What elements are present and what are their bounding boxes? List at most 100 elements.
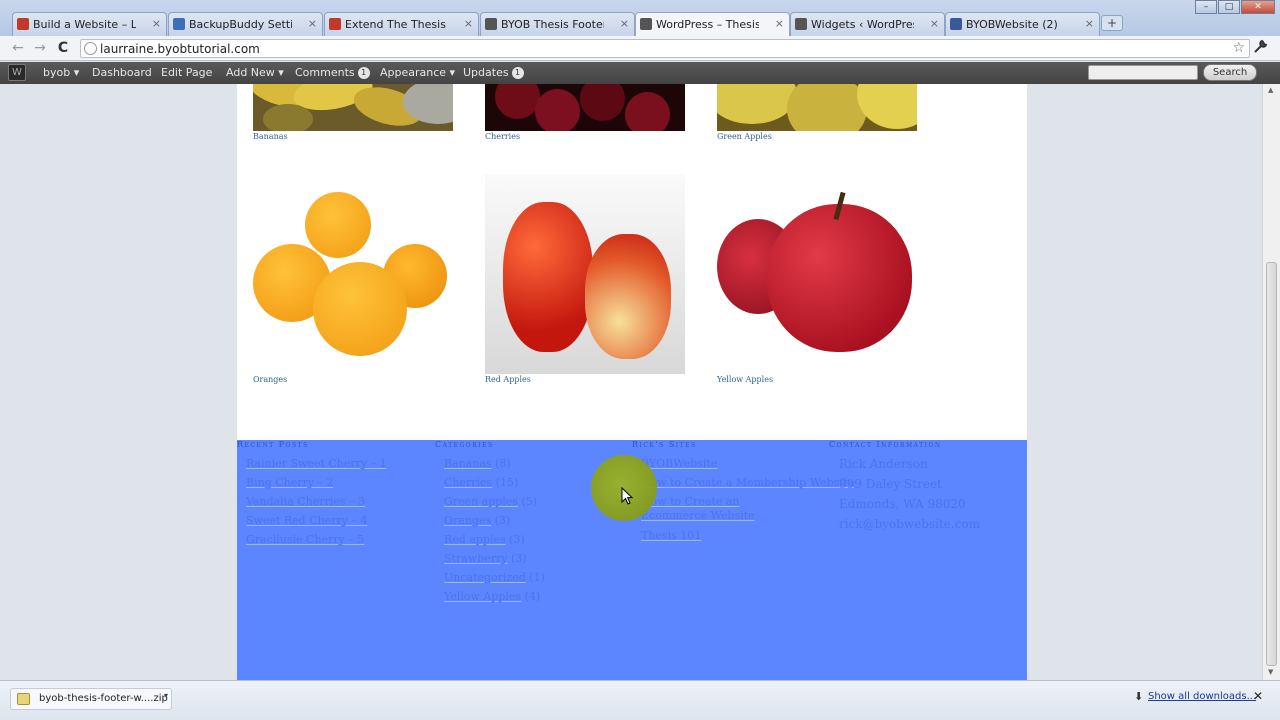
favicon-icon bbox=[17, 18, 29, 30]
site-link[interactable]: How to Create a Membership Website bbox=[641, 476, 854, 489]
category-link[interactable]: Green apples bbox=[444, 495, 518, 508]
category-count: (3) bbox=[510, 552, 527, 565]
gallery-caption[interactable]: Yellow Apples bbox=[717, 375, 773, 384]
recent-post-link[interactable]: Vandalia Cherries – 3 bbox=[246, 495, 387, 508]
appearance-menu[interactable]: Appearance ▾ bbox=[380, 66, 455, 79]
tab-title: Extend The Thesis Theme w bbox=[345, 18, 448, 31]
wp-admin-bar: W byob ▾ Dashboard Edit Page Add New ▾ C… bbox=[0, 62, 1280, 84]
tab-close-icon[interactable]: × bbox=[152, 17, 161, 30]
recent-post-link[interactable]: Rainier Sweet Cherry – 1 bbox=[246, 457, 387, 470]
site-menu[interactable]: byob ▾ bbox=[43, 66, 79, 79]
link-text: Thesis 101 bbox=[641, 529, 702, 542]
footer-widget-recent-posts: Recent Posts Rainier Sweet Cherry – 1 Bi… bbox=[237, 440, 387, 552]
favicon-icon bbox=[950, 18, 962, 30]
wrench-icon[interactable] bbox=[1253, 39, 1268, 58]
gallery-caption[interactable]: Green Apples bbox=[717, 132, 772, 141]
new-tab-button[interactable]: + bbox=[1101, 15, 1123, 31]
browser-tab-strip: Build a Website – Live Call | × BackupBu… bbox=[0, 0, 1280, 36]
widget-heading: Categories bbox=[435, 440, 494, 449]
favicon-icon bbox=[329, 18, 341, 30]
tab-close-icon[interactable]: × bbox=[620, 17, 629, 30]
globe-icon bbox=[84, 42, 97, 55]
category-count: (3) bbox=[509, 533, 525, 546]
recent-post-link[interactable]: Bing Cherry – 2 bbox=[246, 476, 387, 489]
recent-post-link[interactable]: Sweet Red Cherry – 4 bbox=[246, 514, 387, 527]
gallery-caption[interactable]: Red Apples bbox=[485, 375, 531, 384]
wordpress-logo-icon[interactable]: W bbox=[8, 64, 26, 81]
tab-close-icon[interactable]: × bbox=[464, 17, 473, 30]
site-link[interactable]: Thesis 101 bbox=[641, 529, 817, 542]
cherry-shape bbox=[625, 92, 670, 131]
updates-label: Updates bbox=[463, 66, 509, 79]
recent-post-link[interactable]: Gracilusie Cherry – 5 bbox=[246, 533, 387, 546]
oranges-image[interactable] bbox=[253, 174, 453, 374]
tab-close-icon[interactable]: × bbox=[308, 17, 317, 30]
download-item[interactable]: byob-thesis-footer-w....zip ▾ bbox=[10, 688, 172, 710]
category-item: Strawberry (3) bbox=[444, 552, 545, 565]
category-link[interactable]: Yellow Apples bbox=[444, 590, 521, 603]
back-button[interactable]: ← bbox=[8, 39, 28, 57]
category-link[interactable]: Uncategorized bbox=[444, 571, 526, 584]
show-all-downloads-link[interactable]: Show all downloads... bbox=[1148, 691, 1256, 702]
tab-close-icon[interactable]: × bbox=[1085, 17, 1094, 30]
yellow-apples-image[interactable] bbox=[717, 174, 917, 374]
red-apples-image[interactable] bbox=[485, 174, 685, 374]
gallery-caption[interactable]: Cherries bbox=[485, 132, 520, 141]
window-close-button[interactable]: ✕ bbox=[1241, 0, 1275, 14]
apple-shape bbox=[857, 84, 917, 129]
category-link[interactable]: Bananas bbox=[444, 457, 492, 470]
add-new-menu[interactable]: Add New ▾ bbox=[226, 66, 284, 79]
cherries-image[interactable] bbox=[485, 84, 685, 131]
category-link[interactable]: Cherries bbox=[444, 476, 492, 489]
gallery-caption[interactable]: Oranges bbox=[253, 375, 287, 384]
browser-tab[interactable]: BackupBuddy Settings ‹ Bui × bbox=[168, 12, 323, 36]
dashboard-link[interactable]: Dashboard bbox=[92, 66, 152, 79]
maximize-button[interactable]: □ bbox=[1218, 0, 1240, 14]
browser-tab-active[interactable]: WordPress – Thesis – jQuery × bbox=[635, 12, 790, 36]
scrollbar-thumb[interactable] bbox=[1266, 262, 1277, 666]
updates-link[interactable]: Updates 1 bbox=[463, 66, 524, 79]
address-bar[interactable]: laurraine.byobtutorial.com ☆ bbox=[80, 39, 1250, 58]
green-apples-image[interactable] bbox=[717, 84, 917, 131]
reload-button[interactable]: C bbox=[53, 39, 73, 57]
gallery-caption[interactable]: Bananas bbox=[253, 132, 288, 141]
forward-button[interactable]: → bbox=[30, 39, 50, 57]
orange-shape bbox=[305, 192, 371, 258]
browser-tab[interactable]: BYOB Thesis Footer Widget × bbox=[480, 12, 635, 36]
minimize-button[interactable]: – bbox=[1195, 0, 1217, 14]
category-item: Oranges (3) bbox=[444, 514, 545, 527]
tab-title: BYOBWebsite (2) bbox=[966, 18, 1058, 31]
browser-tab[interactable]: BYOBWebsite (2) × bbox=[945, 12, 1100, 36]
browser-tab[interactable]: Build a Website – Live Call | × bbox=[12, 12, 167, 36]
favicon-icon bbox=[173, 18, 185, 30]
scroll-up-arrow-icon[interactable]: ▲ bbox=[1268, 86, 1273, 94]
category-link[interactable]: Red apples bbox=[444, 533, 506, 546]
site-link[interactable]: BYOBWebsite bbox=[641, 457, 817, 470]
footer-widget-contact: Contact Information Rick Anderson 999 Da… bbox=[829, 440, 980, 537]
category-item: Red apples (3) bbox=[444, 533, 545, 546]
link-text: Sweet Red Cherry – 4 bbox=[246, 514, 368, 527]
page-scrollbar[interactable]: ▲ ▼ bbox=[1262, 84, 1280, 680]
link-text: Vandalia Cherries – 3 bbox=[246, 495, 365, 508]
category-link[interactable]: Oranges bbox=[444, 514, 491, 527]
tab-close-icon[interactable]: × bbox=[930, 17, 939, 30]
contact-email[interactable]: rick@byobwebsite.com bbox=[839, 517, 980, 531]
category-count: (15) bbox=[495, 476, 519, 489]
bananas-image[interactable] bbox=[253, 84, 453, 131]
scroll-down-arrow-icon[interactable]: ▼ bbox=[1268, 668, 1273, 676]
comments-link[interactable]: Comments 1 bbox=[295, 66, 370, 79]
admin-search-button[interactable]: Search bbox=[1203, 64, 1257, 81]
tab-close-icon[interactable]: × bbox=[775, 17, 784, 30]
bookmark-star-icon[interactable]: ☆ bbox=[1232, 40, 1245, 56]
category-link[interactable]: Strawberry bbox=[444, 552, 507, 565]
download-menu-arrow-icon[interactable]: ▾ bbox=[164, 691, 168, 700]
admin-search-input[interactable] bbox=[1088, 65, 1198, 80]
site-link[interactable]: How to Create an Ecommerce Website bbox=[641, 495, 801, 523]
shelf-close-icon[interactable]: ✕ bbox=[1253, 689, 1263, 703]
browser-tab[interactable]: Extend The Thesis Theme w × bbox=[324, 12, 479, 36]
browser-tab[interactable]: Widgets ‹ WordPress – Thes × bbox=[790, 12, 945, 36]
tab-title: BYOB Thesis Footer Widget bbox=[501, 18, 604, 31]
link-text: How to Create an Ecommerce Website bbox=[641, 495, 755, 522]
link-text: Rainier Sweet Cherry – 1 bbox=[246, 457, 387, 470]
edit-page-link[interactable]: Edit Page bbox=[161, 66, 212, 79]
